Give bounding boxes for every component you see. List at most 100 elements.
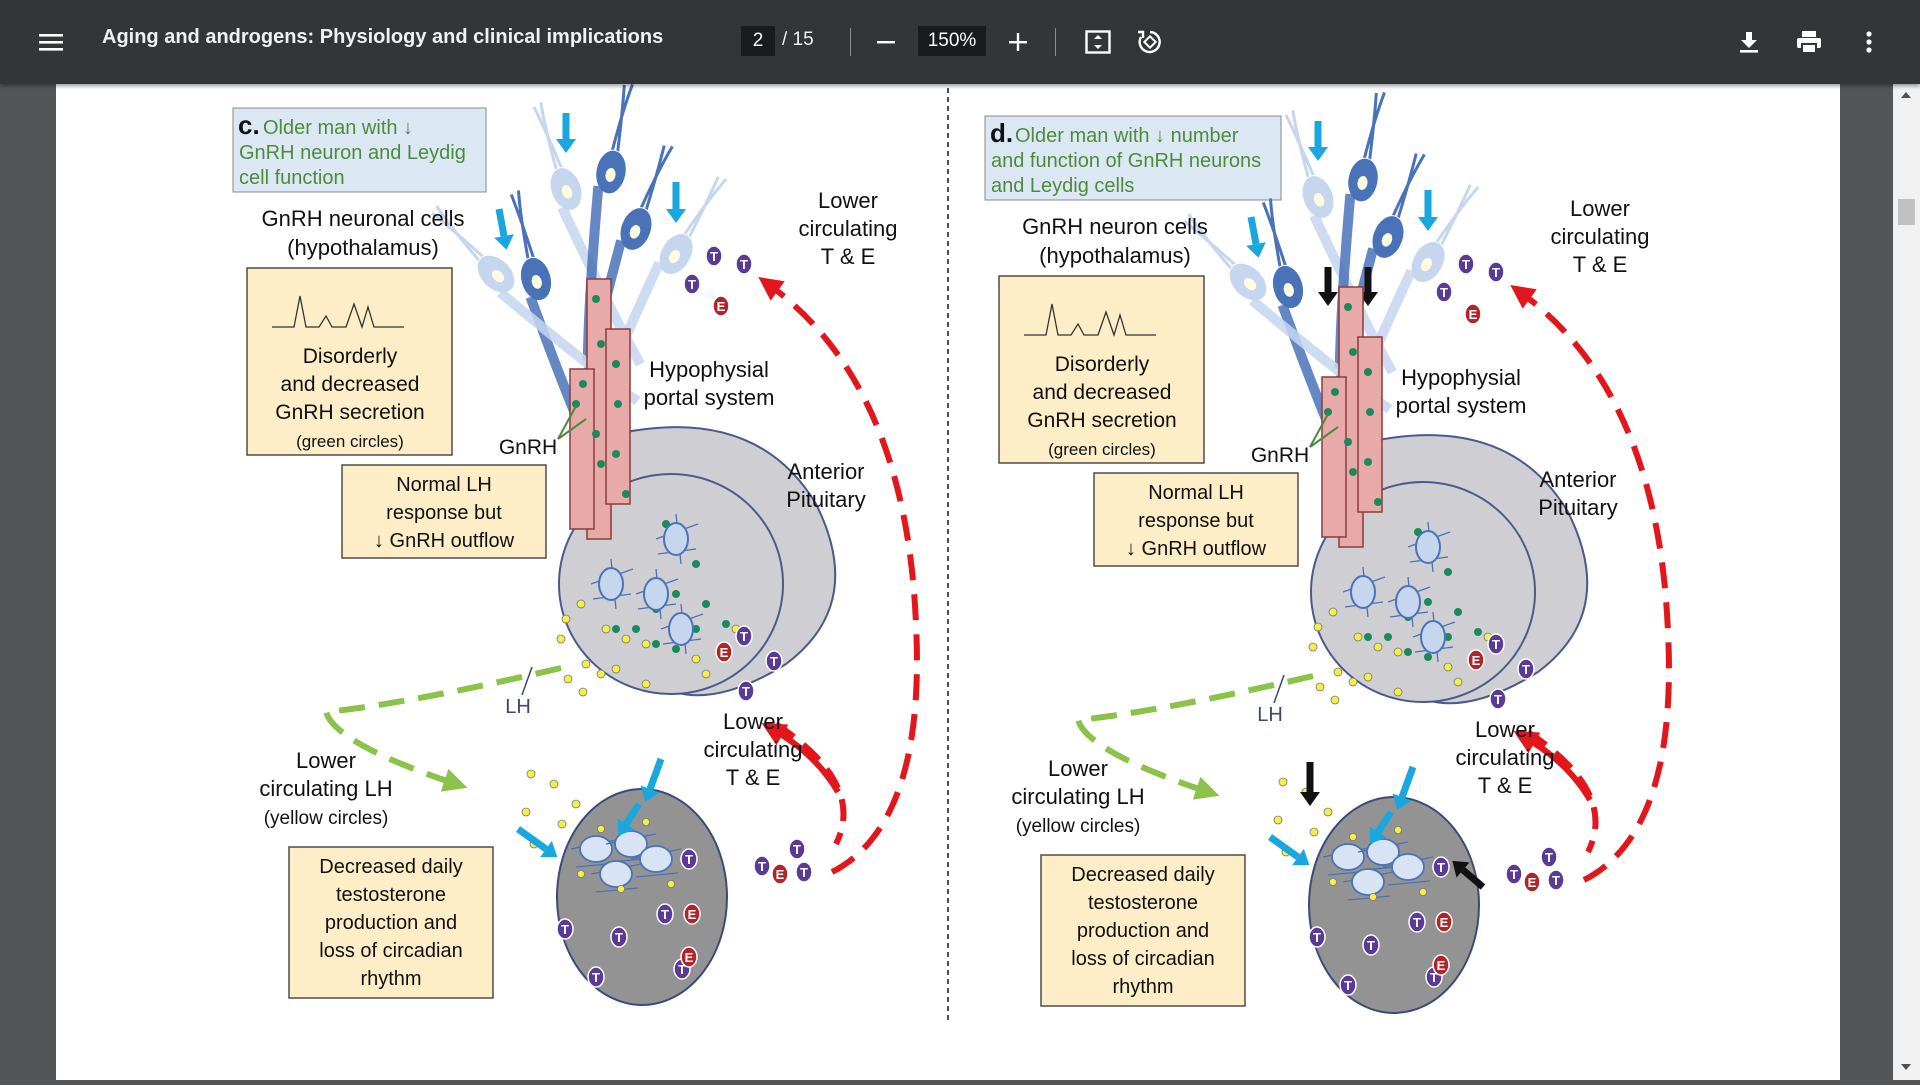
- scroll-up-icon[interactable]: [1901, 92, 1911, 98]
- testosterone-label: T: [1437, 860, 1445, 875]
- lh-dot: [641, 679, 651, 689]
- lower-lh-label: (yellow circles): [1016, 816, 1141, 837]
- page-total: / 15: [782, 29, 814, 50]
- gonadotroph-cell: [1350, 575, 1376, 609]
- menu-icon[interactable]: [31, 22, 71, 62]
- document-viewer[interactable]: c. Older man with ↓ GnRH neuron and Leydig…: [0, 83, 1920, 1080]
- testosterone-label: T: [800, 865, 808, 880]
- scrollbar-thumb[interactable]: [1898, 199, 1915, 225]
- arrow-head-icon: [494, 234, 514, 250]
- fit-page-icon[interactable]: [1078, 22, 1118, 62]
- print-icon[interactable]: [1789, 22, 1829, 62]
- lh-dot: [1313, 622, 1323, 632]
- lower-te-label: circulating: [1550, 224, 1649, 249]
- lh-dot: [1309, 827, 1319, 837]
- gonadotroph-cell: [1395, 585, 1421, 619]
- page-number-input[interactable]: 2: [741, 26, 775, 56]
- gnrh-dot: [1331, 388, 1339, 396]
- panel-heading-text: and function of GnRH neurons: [991, 150, 1261, 172]
- rotate-icon[interactable]: [1130, 22, 1170, 62]
- arrow-head-icon: [666, 209, 686, 223]
- more-icon[interactable]: [1849, 22, 1889, 62]
- lh-dot: [1394, 826, 1403, 835]
- arrow-head-icon: [1418, 217, 1438, 231]
- arrow-head-icon: [1246, 242, 1266, 258]
- gnrh-dot: [1366, 408, 1374, 416]
- secretion-text: and decreased: [281, 373, 420, 396]
- lower-lh-label: (yellow circles): [264, 808, 389, 829]
- download-icon[interactable]: [1729, 22, 1769, 62]
- panel-letter: c.: [238, 110, 260, 140]
- lh-dot: [1278, 777, 1288, 787]
- testosterone-label: T: [1522, 662, 1530, 677]
- gnrh-dot: [702, 600, 710, 608]
- gnrh-dot: [722, 620, 730, 628]
- testis-note-text: rhythm: [360, 968, 421, 990]
- stimulus-arrow: [495, 208, 508, 237]
- gnrh-dot: [1424, 598, 1432, 606]
- testosterone-label: T: [1313, 930, 1321, 945]
- lh-dot: [1363, 672, 1373, 682]
- lh-dot: [1315, 682, 1325, 692]
- gonadotroph-cell: [1420, 620, 1446, 654]
- neuron-label: (hypothalamus): [287, 235, 439, 260]
- zoom-in-icon[interactable]: [998, 22, 1038, 62]
- testis: [556, 788, 728, 1006]
- testosterone-label: T: [685, 852, 693, 867]
- lh-dot: [576, 599, 586, 609]
- secretion-text: (green circles): [1048, 440, 1156, 459]
- gnrh-dot: [1474, 628, 1482, 636]
- estradiol-label: E: [688, 907, 697, 922]
- testis-note-text: Decreased daily: [319, 856, 462, 878]
- gnrh-dot: [1384, 633, 1392, 641]
- gnrh-dot: [1349, 348, 1357, 356]
- testosterone-label: T: [1552, 873, 1560, 888]
- lh-dot: [701, 669, 711, 679]
- leydig-cell: [599, 860, 633, 888]
- zoom-level-input[interactable]: 150%: [918, 26, 986, 56]
- testosterone-label: T: [1510, 867, 1518, 882]
- testosterone-label: T: [688, 277, 696, 292]
- lh-dot: [1348, 677, 1358, 687]
- testis-note-text: loss of circadian: [319, 940, 462, 962]
- lower-te-label: T & E: [1478, 773, 1533, 798]
- lower-lh-label: circulating LH: [259, 776, 392, 801]
- portal-vessel: [569, 368, 595, 530]
- lh-dot: [621, 634, 631, 644]
- testosterone-label: T: [1413, 915, 1421, 930]
- gnrh-dot: [652, 640, 660, 648]
- panel-c: c. Older man with ↓ GnRH neuron and Leydig…: [232, 83, 920, 1006]
- gnrh-dot: [579, 380, 587, 388]
- testis-note-text: loss of circadian: [1071, 948, 1214, 970]
- testosterone-label: T: [615, 930, 623, 945]
- gonadotroph-cell: [663, 522, 689, 556]
- lh-response-text: ↓ GnRH outflow: [1126, 538, 1267, 560]
- gnrh-dot: [597, 460, 605, 468]
- panel-d: d. Older man with ↓ number and function of…: [809, 84, 1672, 1014]
- portal-label: portal system: [644, 385, 775, 410]
- scroll-down-icon[interactable]: [1901, 1064, 1911, 1070]
- lh-dot: [1273, 815, 1283, 825]
- lh-response-text: response but: [1138, 510, 1254, 532]
- gnrh-dot: [1444, 568, 1452, 576]
- figure: c. Older man with ↓ GnRH neuron and Leydig…: [232, 83, 1672, 1024]
- lh-dot: [578, 687, 588, 697]
- zoom-out-icon[interactable]: [866, 22, 906, 62]
- arrow-head-icon: [809, 84, 823, 103]
- testosterone-label: T: [561, 922, 569, 937]
- secretion-text: GnRH secretion: [275, 401, 424, 424]
- gnrh-dot: [1344, 303, 1352, 311]
- gnrh-dot: [592, 430, 600, 438]
- lh-label: LH: [1257, 704, 1283, 726]
- gnrh-dot: [1424, 653, 1432, 661]
- estradiol-label: E: [1437, 958, 1446, 973]
- testosterone-label: T: [742, 684, 750, 699]
- estradiol-label: E: [1469, 307, 1478, 322]
- gnrh-dot: [1404, 648, 1412, 656]
- lh-dot: [611, 664, 621, 674]
- lower-lh-label: circulating LH: [1011, 784, 1144, 809]
- testosterone-label: T: [740, 257, 748, 272]
- vertical-scrollbar[interactable]: [1893, 84, 1920, 1080]
- lower-te-label: T & E: [726, 765, 781, 790]
- lh-dot: [581, 659, 591, 669]
